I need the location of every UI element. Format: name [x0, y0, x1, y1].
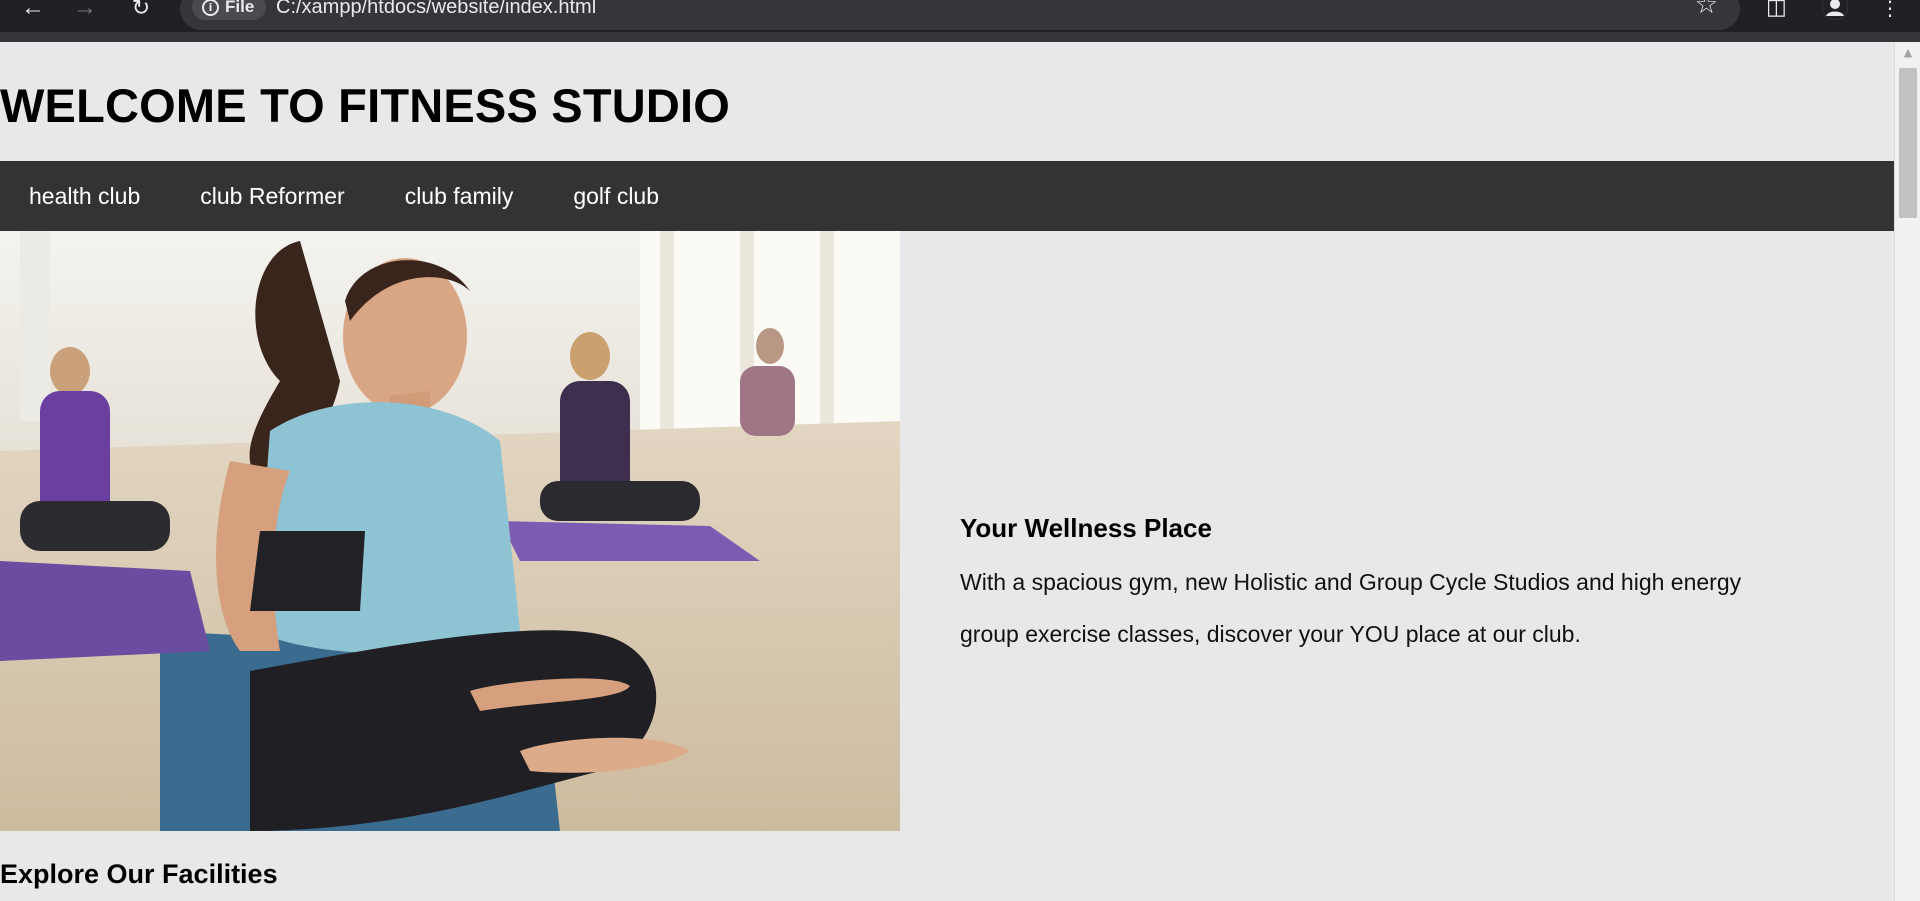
hero-image	[0, 231, 900, 831]
forward-arrow-icon[interactable]: →	[70, 0, 100, 30]
scrollbar-thumb[interactable]	[1899, 68, 1917, 218]
hero-photo-yoga-class	[0, 231, 900, 831]
info-icon: i	[202, 0, 219, 16]
profile-avatar-glyph	[1822, 0, 1848, 20]
chrome-bottom-strip	[0, 32, 1920, 42]
url-text[interactable]: C:/xampp/htdocs/website/index.html	[276, 0, 596, 20]
nav-item-golf-club[interactable]: golf club	[543, 161, 689, 231]
main-navbar: health club club Reformer club family go…	[0, 161, 1894, 231]
site-info-chip[interactable]: i File	[192, 0, 267, 20]
hero-title: Your Wellness Place	[960, 513, 1212, 543]
kebab-menu-icon[interactable]: ⋮	[1880, 0, 1900, 18]
page-scrollbar[interactable]: ▲	[1894, 42, 1920, 901]
scroll-up-arrow-icon[interactable]: ▲	[1895, 46, 1920, 59]
back-arrow-icon[interactable]: ←	[18, 0, 48, 30]
address-bar[interactable]: i File C:/xampp/htdocs/website/index.htm…	[180, 0, 1740, 30]
hero-text-block: Your Wellness Place With a spacious gym,…	[960, 512, 1760, 660]
nav-item-health-club[interactable]: health club	[0, 161, 170, 231]
file-chip-label: File	[225, 0, 255, 16]
page-title: WELCOME TO FITNESS STUDIO	[0, 79, 731, 132]
side-panel-icon[interactable]: ◫	[1766, 0, 1787, 19]
browser-chrome: ← → ↻ i File C:/xampp/htdocs/website/ind…	[0, 0, 1920, 42]
hero-description: With a spacious gym, new Holistic and Gr…	[960, 569, 1742, 647]
facilities-heading: Explore Our Facilities	[0, 859, 278, 889]
nav-item-club-family[interactable]: club family	[375, 161, 544, 231]
reload-icon[interactable]: ↻	[126, 0, 156, 30]
nav-item-club-reformer[interactable]: club Reformer	[170, 161, 374, 231]
web-page: WELCOME TO FITNESS STUDIO health club cl…	[0, 42, 1894, 901]
profile-icon[interactable]	[1822, 0, 1848, 20]
star-icon[interactable]: ☆	[1695, 0, 1718, 18]
